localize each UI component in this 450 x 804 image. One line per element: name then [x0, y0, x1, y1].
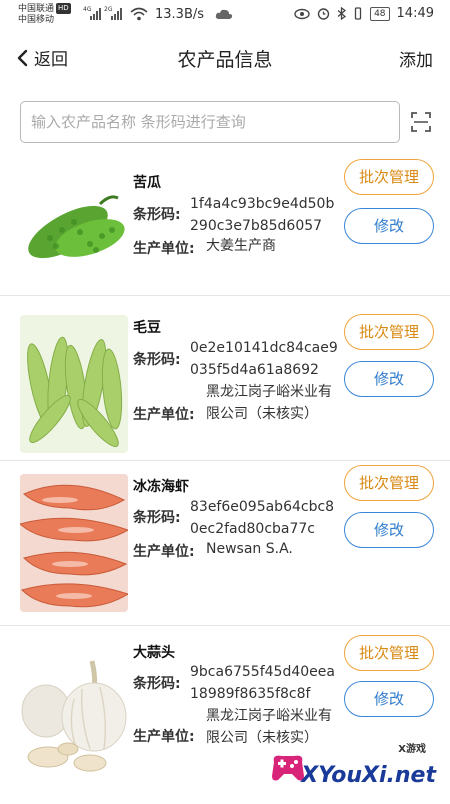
barcode-label: 条形码: — [133, 352, 181, 368]
product-name: 苦瓜 — [133, 175, 161, 191]
nav-header: 返回 农产品信息 添加 — [0, 36, 450, 78]
producer-value: 黑龙江岗子峪米业有限公司（未核实） — [206, 384, 332, 422]
clock: 14:49 — [396, 6, 434, 21]
producer-label: 生产单位: — [133, 241, 195, 257]
edit-button[interactable]: 修改 — [344, 361, 434, 397]
watermark: X游戏 XYouXi.net — [264, 738, 444, 794]
search-box — [20, 101, 400, 143]
signal-icon — [111, 8, 122, 20]
list-item[interactable]: 毛豆 条形码: 0e2e10141dc84cae9035f5d4a61a8692… — [0, 314, 450, 480]
alarm-icon — [317, 8, 330, 20]
bluetooth-icon — [337, 7, 347, 20]
signal-icon — [90, 8, 101, 20]
divider — [0, 460, 450, 461]
batch-manage-button[interactable]: 批次管理 — [344, 159, 434, 195]
wifi-icon — [130, 7, 148, 21]
eye-icon — [294, 8, 310, 19]
product-image-frozen-shrimp — [20, 474, 128, 612]
edit-button[interactable]: 修改 — [344, 681, 434, 717]
product-image-edamame — [20, 315, 128, 453]
product-image-garlic — [20, 639, 128, 777]
barcode-value: 1f4a4c93bc9e4d50b290c3e7b85d6057 — [190, 196, 335, 234]
carrier-2: 中国移动 — [18, 15, 55, 25]
status-bar: 中国联通 HD 中国移动 4G 2G 13.3B/s 48 14:49 — [0, 0, 450, 30]
producer-value: 大姜生产商 — [206, 238, 276, 254]
barcode-value: 0e2e10141dc84cae9035f5d4a61a8692 — [190, 340, 338, 378]
edit-button[interactable]: 修改 — [344, 208, 434, 244]
batch-manage-button[interactable]: 批次管理 — [344, 314, 434, 350]
cloud-icon — [215, 9, 233, 19]
battery-level: 48 — [370, 6, 390, 21]
product-name: 冰冻海虾 — [133, 479, 189, 495]
carrier-info: 中国联通 HD 中国移动 — [18, 3, 71, 26]
barcode-label: 条形码: — [133, 676, 181, 692]
search-input[interactable] — [21, 102, 399, 142]
vibrate-icon — [354, 7, 362, 20]
list-item[interactable]: 冰冻海虾 条形码: 83ef6e095ab64cbc80ec2fad80cba7… — [0, 465, 450, 639]
divider — [0, 625, 450, 626]
product-name: 大蒜头 — [133, 645, 175, 661]
add-button[interactable]: 添加 — [399, 46, 433, 71]
batch-manage-button[interactable]: 批次管理 — [344, 635, 434, 671]
barcode-label: 条形码: — [133, 207, 181, 223]
edit-button[interactable]: 修改 — [344, 512, 434, 548]
product-name: 毛豆 — [133, 320, 161, 336]
network-speed: 13.3B/s — [155, 7, 205, 22]
producer-label: 生产单位: — [133, 729, 195, 745]
barcode-value: 9bca6755f45d40eea18989f8635f8c8f — [190, 664, 335, 702]
barcode-value: 83ef6e095ab64cbc80ec2fad80cba77c — [190, 499, 335, 537]
hd-badge: HD — [56, 3, 71, 14]
barcode-label: 条形码: — [133, 510, 181, 526]
carrier-1: 中国联通 — [18, 4, 55, 14]
status-right: 48 14:49 — [294, 6, 434, 21]
producer-value: Newsan S.A. — [206, 541, 293, 557]
page-title: 农产品信息 — [177, 49, 273, 71]
product-image-bitter-melon — [20, 160, 128, 298]
batch-manage-button[interactable]: 批次管理 — [344, 465, 434, 501]
watermark-brand: XYouXi.net — [301, 763, 436, 788]
producer-label: 生产单位: — [133, 407, 195, 423]
scan-icon[interactable] — [410, 111, 432, 133]
divider — [0, 295, 450, 296]
list-item[interactable]: 苦瓜 条形码: 1f4a4c93bc9e4d50b290c3e7b85d6057… — [0, 150, 450, 315]
producer-label: 生产单位: — [133, 544, 195, 560]
watermark-small: X游戏 — [398, 744, 426, 755]
